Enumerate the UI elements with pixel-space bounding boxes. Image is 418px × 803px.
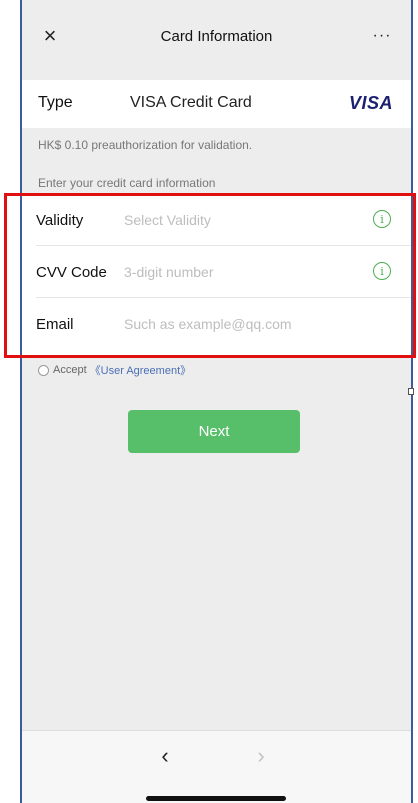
more-options-icon[interactable]: ··· bbox=[367, 22, 397, 50]
next-button[interactable]: Next bbox=[128, 410, 300, 453]
validity-row: Validity i bbox=[22, 194, 411, 246]
resize-handle bbox=[408, 388, 414, 395]
navigation-bar: × Card Information ··· bbox=[22, 0, 411, 80]
accept-radio[interactable] bbox=[38, 364, 49, 376]
accept-label: Accept bbox=[53, 364, 87, 376]
card-type-value: VISA Credit Card bbox=[130, 94, 252, 111]
validity-label: Validity bbox=[36, 212, 84, 229]
cvv-row: CVV Code i bbox=[22, 246, 411, 298]
forward-arrow-icon[interactable]: › bbox=[246, 741, 276, 771]
phone-screen: × Card Information ··· Type VISA Credit … bbox=[20, 0, 413, 803]
email-row: Email bbox=[22, 298, 411, 350]
email-label: Email bbox=[36, 316, 74, 333]
validity-info-icon[interactable]: i bbox=[373, 210, 391, 228]
validity-field[interactable] bbox=[124, 206, 344, 234]
user-agreement-link[interactable]: 《User Agreement》 bbox=[90, 362, 191, 378]
email-field[interactable] bbox=[124, 310, 344, 338]
enter-info-note: Enter your credit card information bbox=[38, 176, 216, 190]
cvv-info-icon[interactable]: i bbox=[373, 262, 391, 280]
visa-logo: VISA bbox=[348, 93, 393, 113]
home-indicator[interactable] bbox=[146, 796, 286, 801]
cvv-label: CVV Code bbox=[36, 264, 107, 281]
card-type-row: Type VISA Credit Card VISA bbox=[22, 80, 411, 128]
page-title: Card Information bbox=[160, 28, 273, 45]
back-arrow-icon[interactable]: ‹ bbox=[150, 741, 180, 771]
accept-agreement: Accept 《User Agreement》 bbox=[38, 362, 191, 378]
bottom-toolbar: ‹ › bbox=[22, 730, 411, 803]
type-label: Type bbox=[38, 94, 73, 111]
preauth-note: HK$ 0.10 preauthorization for validation… bbox=[38, 138, 253, 152]
card-form: Validity i CVV Code i Email bbox=[22, 194, 411, 356]
cvv-field[interactable] bbox=[124, 258, 344, 286]
